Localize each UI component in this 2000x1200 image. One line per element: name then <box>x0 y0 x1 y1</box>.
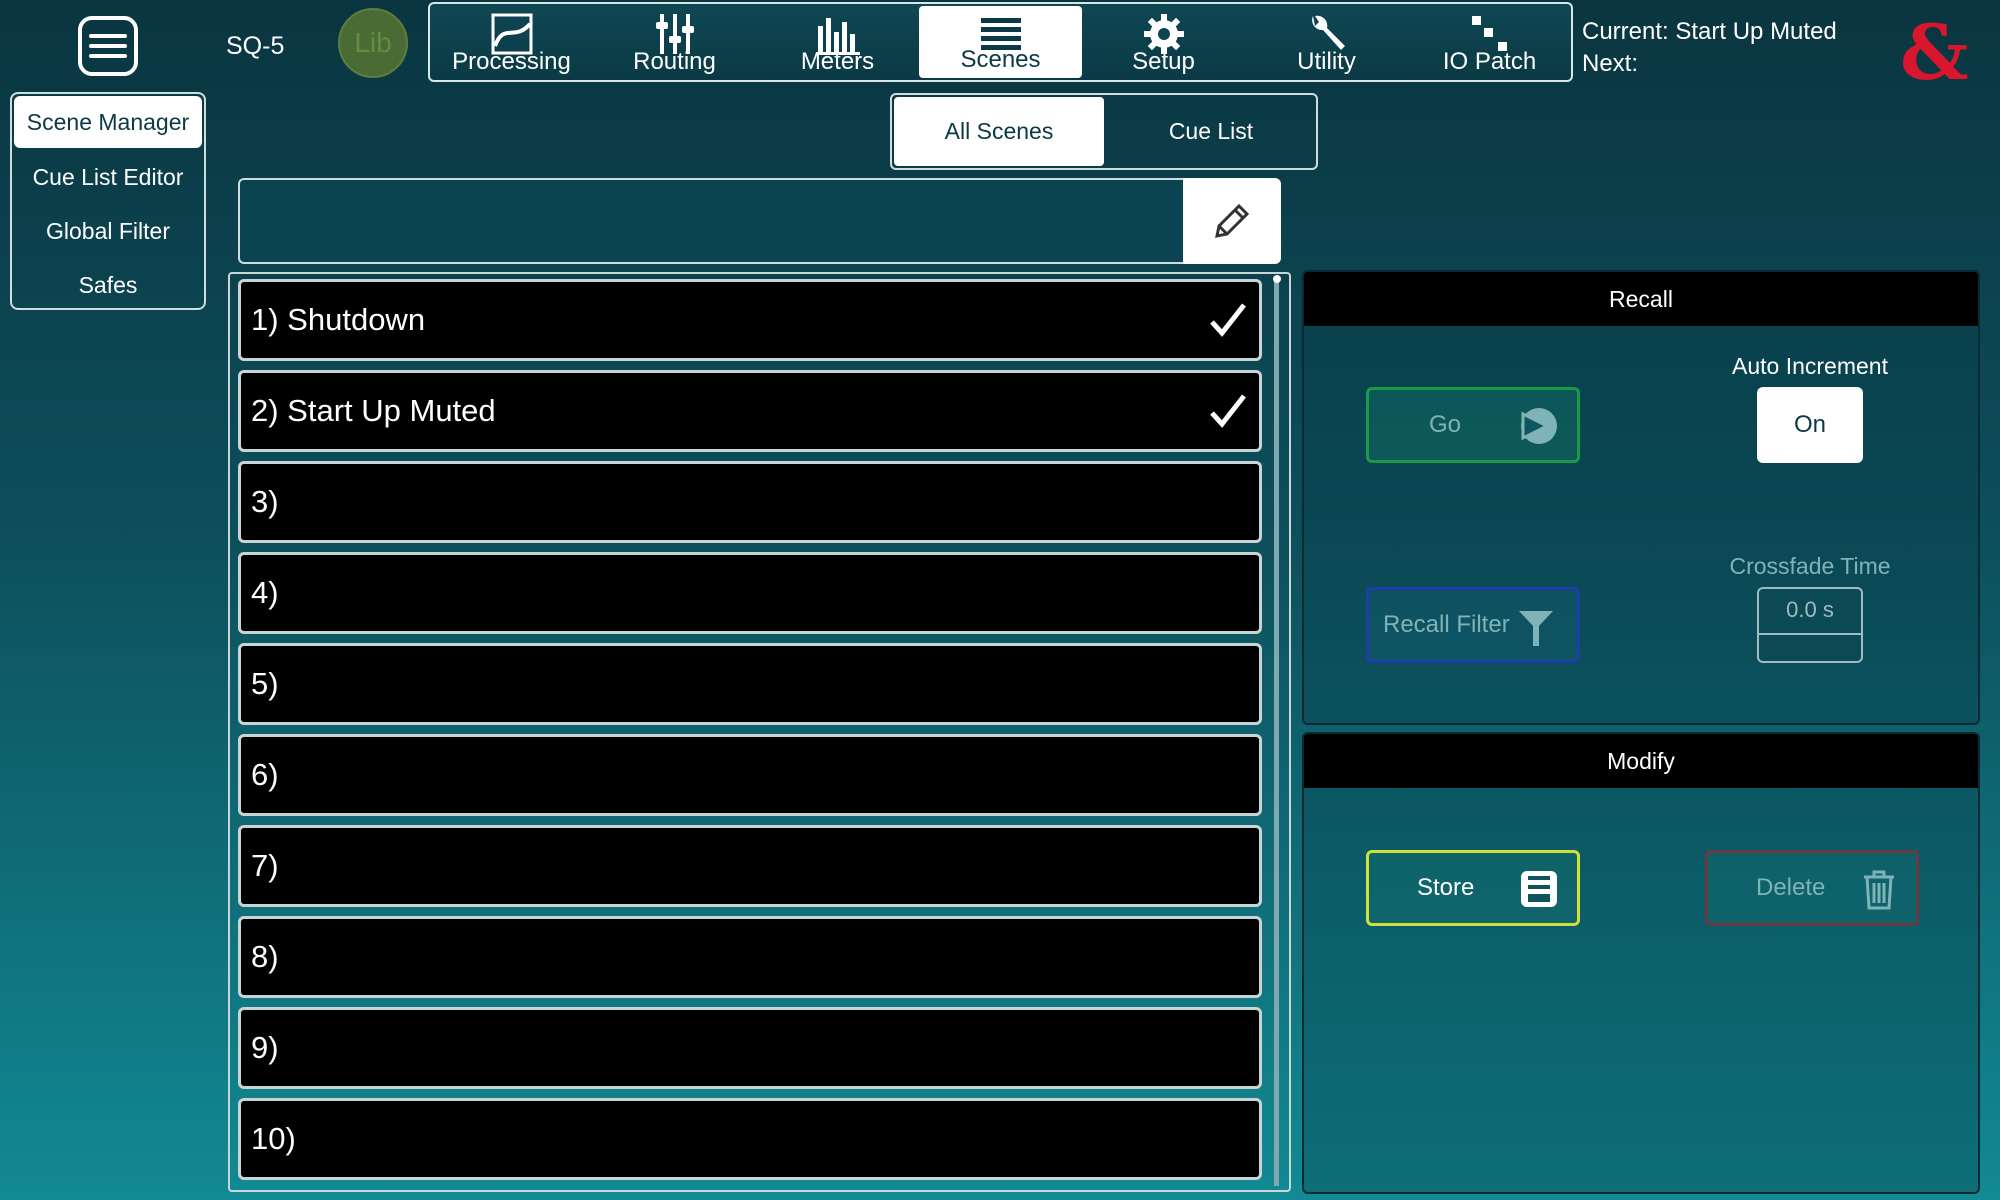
tab-setup[interactable]: Setup <box>1082 4 1245 80</box>
tab-processing[interactable]: Processing <box>430 4 593 80</box>
delete-label: Delete <box>1756 874 1826 901</box>
crossfade-time-value: 0.0 s <box>1786 597 1834 622</box>
tab-utility[interactable]: Utility <box>1245 4 1408 80</box>
device-name: SQ-5 <box>226 32 285 60</box>
all-scenes-button[interactable]: All Scenes <box>894 97 1104 166</box>
play-icon <box>1521 408 1557 444</box>
sidebar-item-safes[interactable]: Safes <box>12 258 204 312</box>
recall-filter-button[interactable]: Recall Filter <box>1366 587 1580 663</box>
go-button[interactable]: Go <box>1366 387 1580 463</box>
io-patch-icon <box>1471 16 1507 51</box>
tab-io-patch[interactable]: IO Patch <box>1408 4 1571 80</box>
main-menu-button[interactable] <box>78 16 138 76</box>
menu-line <box>89 54 127 58</box>
scenes-icon <box>980 18 1021 50</box>
recall-panel-title: Recall <box>1304 272 1978 326</box>
scene-row[interactable]: 6) <box>238 734 1262 816</box>
sidebar-item-cue-list-editor[interactable]: Cue List Editor <box>12 150 204 204</box>
main-tab-bar: Processing Routing Meters Scenes Setup U… <box>428 2 1573 82</box>
cue-list-button[interactable]: Cue List <box>1106 95 1316 168</box>
scene-row[interactable]: 4) <box>238 552 1262 634</box>
scene-row[interactable]: 8) <box>238 916 1262 998</box>
sidebar-item-global-filter[interactable]: Global Filter <box>12 204 204 258</box>
scene-row[interactable]: 3) <box>238 461 1262 543</box>
scene-row[interactable]: 9) <box>238 1007 1262 1089</box>
scene-row[interactable]: 5) <box>238 643 1262 725</box>
tab-routing[interactable]: Routing <box>593 4 756 80</box>
trash-icon <box>1864 870 1894 910</box>
scene-row[interactable]: 2) Start Up Muted <box>238 370 1262 452</box>
tab-scenes[interactable]: Scenes <box>919 6 1082 78</box>
scene-label: 4) <box>251 575 279 610</box>
delete-button[interactable]: Delete <box>1705 850 1919 926</box>
scene-list-scrollbar[interactable] <box>1274 276 1279 1186</box>
processing-icon <box>491 13 532 55</box>
scene-label: 2) Start Up Muted <box>251 393 496 428</box>
current-scene-label: Current: Start Up Muted <box>1582 18 1837 45</box>
scene-label: 3) <box>251 484 279 519</box>
check-icon <box>1210 394 1246 428</box>
scene-view-toggle: All Scenes Cue List <box>890 93 1318 170</box>
gear-icon <box>1143 14 1184 54</box>
crossfade-divider <box>1759 633 1861 635</box>
scene-row[interactable]: 7) <box>238 825 1262 907</box>
pencil-icon <box>1215 203 1250 238</box>
store-button[interactable]: Store <box>1366 850 1580 926</box>
sidebar-item-scene-manager[interactable]: Scene Manager <box>14 96 202 148</box>
modify-panel: Modify <box>1302 732 1980 1194</box>
scene-label: 5) <box>251 666 279 701</box>
save-icon <box>1521 871 1557 907</box>
filter-icon <box>1519 611 1553 646</box>
scene-label: 9) <box>251 1030 279 1065</box>
library-button[interactable]: Lib <box>338 8 408 78</box>
auto-increment-label: Auto Increment <box>1732 353 1888 379</box>
scrollbar-thumb[interactable] <box>1273 275 1281 283</box>
meters-icon <box>815 18 860 55</box>
go-label: Go <box>1429 411 1462 438</box>
scenes-side-menu: Scene Manager Cue List Editor Global Fil… <box>10 92 206 310</box>
scene-row[interactable]: 1) Shutdown <box>238 279 1262 361</box>
scene-status: Current: Start Up Muted Next: <box>1582 16 1837 80</box>
crossfade-time-label: Crossfade Time <box>1729 553 1891 579</box>
menu-line <box>89 44 127 48</box>
store-label: Store <box>1417 874 1475 901</box>
scene-label: 8) <box>251 939 279 974</box>
routing-icon <box>655 14 694 54</box>
scene-label: 7) <box>251 848 279 883</box>
modify-panel-title: Modify <box>1304 734 1978 788</box>
scene-label: 1) Shutdown <box>251 302 426 337</box>
scene-name-field[interactable] <box>238 178 1183 264</box>
auto-increment-toggle[interactable]: On <box>1757 387 1863 463</box>
brand-logo: & <box>1900 8 1969 97</box>
scene-label: 6) <box>251 757 279 792</box>
scene-label: 10) <box>251 1121 296 1156</box>
recall-filter-label: Recall Filter <box>1383 611 1510 638</box>
next-scene-label: Next: <box>1582 50 1639 77</box>
menu-line <box>89 34 127 38</box>
wrench-icon <box>1311 15 1345 50</box>
scene-row[interactable]: 10) <box>238 1098 1262 1180</box>
check-icon <box>1210 303 1246 337</box>
tab-meters[interactable]: Meters <box>756 4 919 80</box>
edit-name-button[interactable] <box>1183 178 1281 264</box>
